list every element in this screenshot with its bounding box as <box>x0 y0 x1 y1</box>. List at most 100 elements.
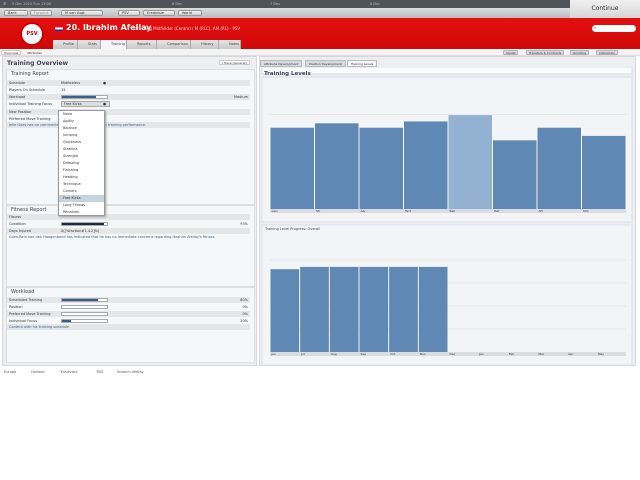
tick-label: Mar <box>539 352 545 356</box>
dropdown-option[interactable]: Heading <box>59 174 104 181</box>
subnav-overview[interactable]: Overview <box>1 50 22 55</box>
toolbar: Back Forward M van Vugt PSV Eredivisie W… <box>0 8 586 24</box>
bar-tact[interactable] <box>404 121 448 209</box>
row-label: Players On Schedule <box>9 88 45 92</box>
dropdown-option[interactable]: Quickness <box>59 139 104 146</box>
bar-nov[interactable] <box>418 266 448 352</box>
tab-history[interactable]: History <box>191 40 219 49</box>
tab-profile[interactable]: Profile <box>53 40 78 49</box>
dropdown-option[interactable]: Agility <box>59 118 104 125</box>
tab-stats[interactable]: Stats <box>78 40 101 49</box>
search-input[interactable]: ⌕ <box>592 25 636 32</box>
tick-label: Jul <box>300 352 305 356</box>
section-heading: Fitness Report <box>11 207 47 213</box>
tab-position-development[interactable]: Position Development <box>305 60 346 67</box>
page-title: Training Overview <box>7 60 69 67</box>
bar-str[interactable] <box>315 123 359 209</box>
tick-label: Aer <box>361 209 367 213</box>
progress-bar <box>61 298 108 302</box>
tick-label: Feb <box>509 352 514 356</box>
dropdown-option[interactable]: Finishing <box>59 167 104 174</box>
tick-label: Sho <box>583 209 589 213</box>
tick-label: Tact <box>404 209 412 213</box>
scouting-button[interactable]: Scouting <box>570 50 590 55</box>
row-value: 80% <box>240 298 248 302</box>
dropdown-option[interactable]: Long Throws <box>59 202 104 209</box>
bar-oct[interactable] <box>389 266 418 352</box>
interaction-button[interactable]: Interaction <box>596 50 619 55</box>
back-button[interactable]: Back <box>4 10 28 16</box>
dropdown-option[interactable]: Stamina <box>59 146 104 153</box>
tick-label: Ball <box>450 209 456 213</box>
progress-bar <box>61 312 108 316</box>
bar-def[interactable] <box>493 140 537 209</box>
tab-comparison[interactable]: Comparison <box>157 40 191 49</box>
fitness-row: Fitness <box>7 214 250 220</box>
progress-bar <box>61 319 108 323</box>
chart2-title: Training Level Progress: Overall <box>264 227 320 231</box>
breadcrumb-item[interactable]: Europe <box>4 370 16 374</box>
chevron-down-icon[interactable]: ● <box>103 101 106 107</box>
forward-button[interactable]: Forward <box>30 10 52 16</box>
continue-button[interactable]: Continue <box>570 0 640 18</box>
tick-label: Jan <box>478 352 484 356</box>
manager-menu[interactable]: M van Vugt <box>61 10 103 16</box>
tab-notes[interactable]: Notes <box>219 40 241 49</box>
tab-attribute-development[interactable]: Attribute Development <box>260 60 303 67</box>
bar-jul[interactable] <box>300 266 329 352</box>
breadcrumb-item[interactable]: Holland <box>31 370 44 374</box>
league-menu[interactable]: Eredivisie <box>143 10 175 16</box>
tab-reports[interactable]: Reports <box>127 40 157 49</box>
menu-icon[interactable]: ☰ <box>3 2 6 6</box>
bar-att[interactable] <box>537 127 582 209</box>
physio-comment: Coen-Rein van den Hoogenband has indicat… <box>9 235 216 239</box>
squad-button[interactable]: Squad <box>503 50 519 55</box>
row-label: Scheduled Training <box>9 298 43 302</box>
dropdown-option[interactable]: Penalties <box>59 209 104 216</box>
progress-bar <box>61 305 108 309</box>
dropdown-option[interactable]: Jumping <box>59 132 104 139</box>
subnav-attributes[interactable]: Attributes <box>24 50 45 55</box>
players-on-schedule-row: Players On Schedule 15 <box>7 87 250 93</box>
bar-sep[interactable] <box>359 266 389 352</box>
charts-area: Training Levels Gen Str Aer Tact Ball Def Att S… <box>261 67 633 366</box>
world-menu[interactable]: World <box>178 10 202 16</box>
row-value: 15 <box>61 88 66 92</box>
workload-item: Preferred Move Training 0% <box>7 311 250 317</box>
dropdown-option[interactable]: Free Kicks <box>59 195 104 202</box>
transfers-contracts-button[interactable]: Transfers & Contracts <box>526 50 565 55</box>
day-label: 7 Dec <box>270 2 281 6</box>
bar-ball[interactable] <box>448 115 493 209</box>
top-status-strip: ☰ 5 Dec 2010 Sun 13:00 6 Dec 7 Dec 8 Dec <box>0 0 570 8</box>
schedule-value[interactable]: Midfielders <box>61 80 80 86</box>
row-value: 0% <box>242 305 248 309</box>
bar-aug[interactable] <box>329 266 359 352</box>
current-date: 5 Dec 2010 Sun 13:00 <box>12 2 52 6</box>
row-label: Preferred Move Training <box>9 312 51 316</box>
dropdown-option[interactable]: Balance <box>59 125 104 132</box>
dropdown-option[interactable]: Corners <box>59 188 104 195</box>
dropdown-option[interactable]: Dribbling <box>59 160 104 167</box>
bar-jun[interactable] <box>270 269 300 352</box>
bar-gen[interactable] <box>270 127 315 209</box>
tab-training-levels[interactable]: Training Levels <box>347 60 378 67</box>
condition-row: Condition 93% <box>7 221 250 227</box>
bar-aer[interactable] <box>359 127 404 209</box>
club-menu[interactable]: PSV <box>118 10 140 16</box>
breadcrumb-item[interactable]: Ibrahim Afellay <box>117 370 143 374</box>
nationality-flag-icon <box>55 26 63 31</box>
view-menu-button[interactable]: I Have (General) <box>219 60 250 65</box>
dropdown-option[interactable]: Technique <box>59 181 104 188</box>
row-value: 0% <box>242 312 248 316</box>
bar-sho[interactable] <box>582 135 626 209</box>
individual-focus-row: Individual Training Focus Free Kicks ● <box>7 101 250 107</box>
dropdown-option[interactable]: None <box>59 111 104 118</box>
breadcrumb-item[interactable]: Eredivisie <box>61 370 78 374</box>
info-icon[interactable]: ● <box>103 80 106 86</box>
row-label: Individual Training Focus <box>9 102 53 106</box>
chart1-header <box>261 67 633 75</box>
day-label: 8 Dec <box>370 2 381 6</box>
dropdown-option[interactable]: Strength <box>59 153 104 160</box>
tab-training[interactable]: Training <box>101 40 127 49</box>
breadcrumb-item[interactable]: PSV <box>97 370 104 374</box>
